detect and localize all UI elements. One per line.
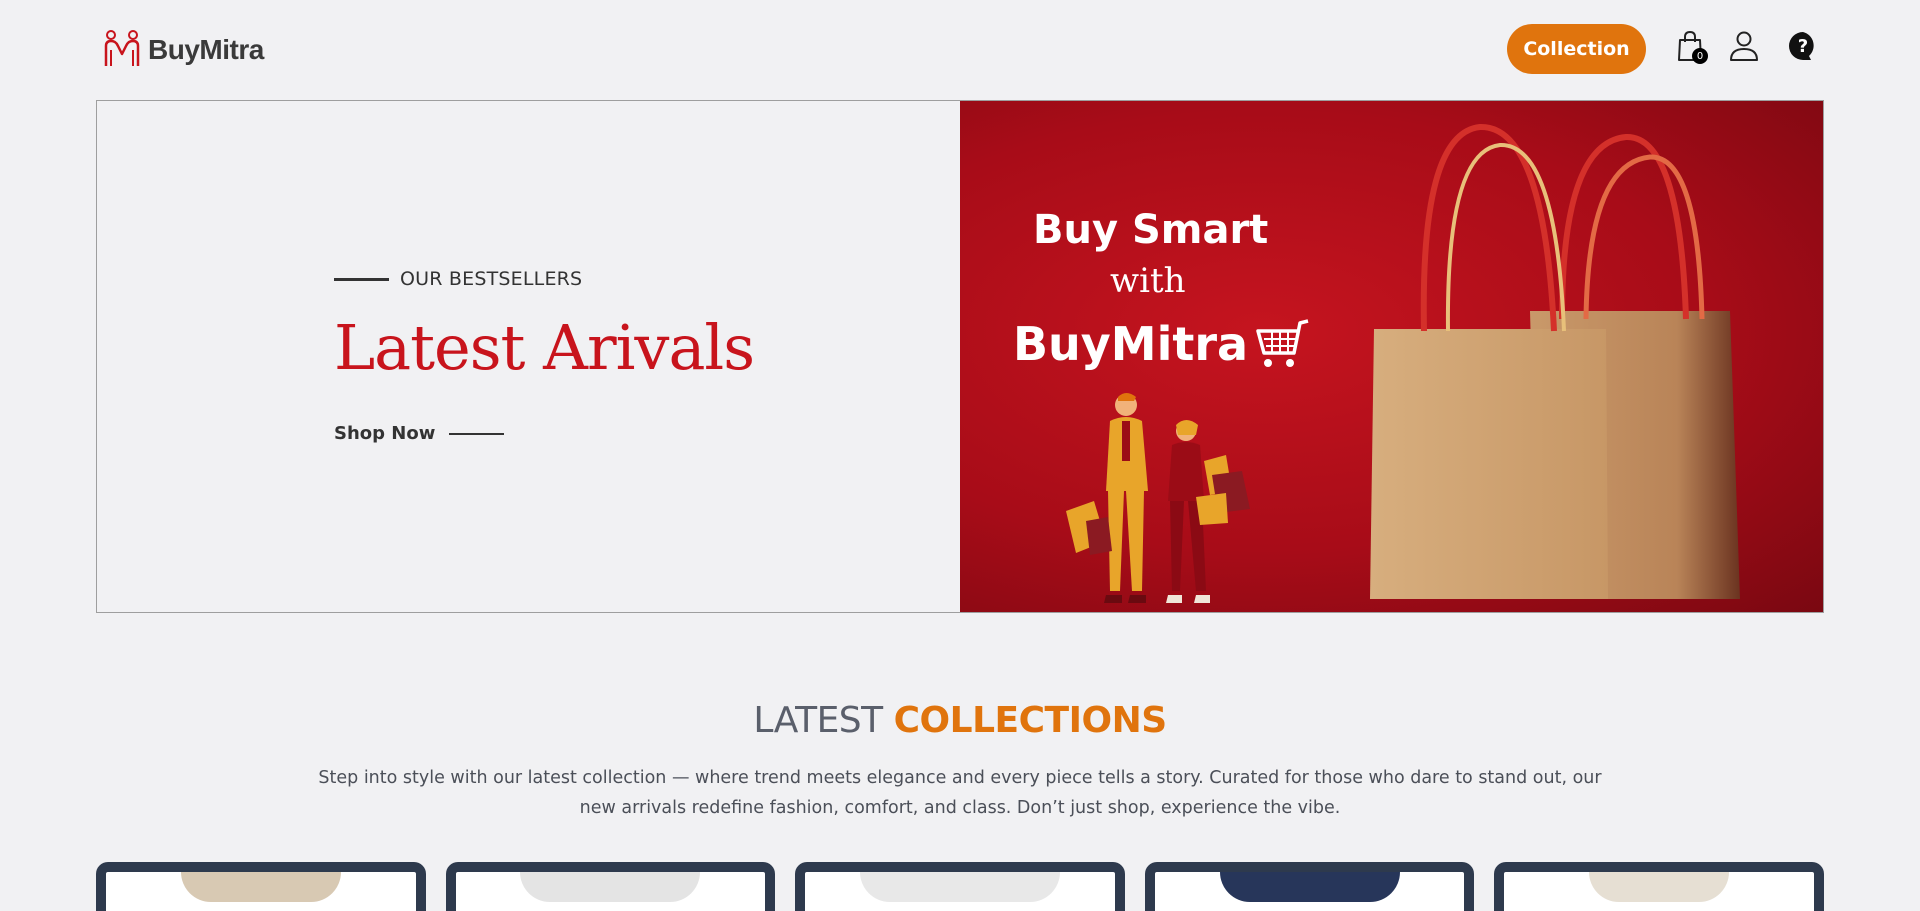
product-card[interactable] xyxy=(1144,862,1475,911)
product-image xyxy=(1219,872,1400,902)
shop-now-link[interactable]: Shop Now xyxy=(334,423,505,444)
paper-bags-image xyxy=(1330,123,1780,612)
cart-button[interactable]: 0 xyxy=(1672,30,1708,66)
banner-line-3: BuyMitra xyxy=(1013,317,1249,371)
product-card[interactable] xyxy=(96,862,426,911)
collections-heading: LATEST COLLECTIONS xyxy=(0,700,1920,741)
shop-now-label: Shop Now xyxy=(334,423,436,444)
help-icon: ? xyxy=(1787,30,1819,66)
hero-banner: OUR BESTSELLERS Latest Arivals Shop Now … xyxy=(96,100,1824,613)
account-button[interactable] xyxy=(1726,30,1762,66)
shop-now-divider xyxy=(449,432,505,435)
hero-image: Buy Smart with BuyMitra xyxy=(960,101,1823,612)
eyebrow-divider xyxy=(334,277,389,281)
collections-heading-prefix: LATEST xyxy=(753,700,883,741)
logo[interactable]: BuyMitra xyxy=(102,28,264,72)
banner-line-1: Buy Smart xyxy=(1033,207,1269,253)
product-card[interactable] xyxy=(795,862,1125,911)
banner-line-2: with xyxy=(1110,261,1186,301)
site-header: BuyMitra Collection 0 ? xyxy=(0,0,1920,100)
collection-button[interactable]: Collection xyxy=(1507,24,1646,74)
svg-text:?: ? xyxy=(1798,36,1808,57)
eyebrow-text: OUR BESTSELLERS xyxy=(400,268,583,290)
collections-description: Step into style with our latest collecti… xyxy=(318,768,1602,818)
logo-icon xyxy=(102,28,142,72)
help-button[interactable]: ? xyxy=(1785,30,1821,66)
hero-text-panel: OUR BESTSELLERS Latest Arivals Shop Now xyxy=(97,101,960,612)
product-image xyxy=(180,872,341,902)
logo-text: BuyMitra xyxy=(148,34,264,65)
user-icon xyxy=(1729,30,1759,66)
product-image xyxy=(1589,872,1730,902)
hero-eyebrow: OUR BESTSELLERS xyxy=(334,268,582,290)
product-card-list xyxy=(96,862,1824,911)
product-card[interactable] xyxy=(445,862,776,911)
product-card[interactable] xyxy=(1494,862,1824,911)
collections-heading-accent: COLLECTIONS xyxy=(893,700,1168,741)
cart-count-badge: 0 xyxy=(1692,48,1708,64)
hero-title: Latest Arivals xyxy=(334,311,755,384)
shopping-cart-icon xyxy=(1252,317,1312,377)
product-image xyxy=(520,872,701,902)
product-image xyxy=(859,872,1060,902)
shoppers-illustration xyxy=(1046,391,1256,612)
